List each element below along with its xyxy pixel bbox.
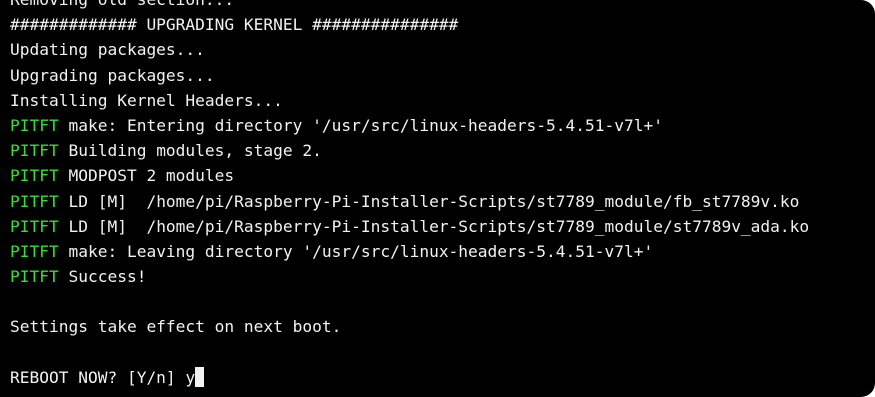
line-text: Building modules, stage 2. xyxy=(58,141,322,161)
terminal-line: PITFT make: Entering directory '/usr/src… xyxy=(10,113,875,138)
line-text: MODPOST 2 modules xyxy=(58,166,235,186)
line-text: Removing old section... xyxy=(10,0,234,9)
line-prefix: PITFT xyxy=(10,141,59,161)
terminal-line: PITFT LD [M] /home/pi/Raspberry-Pi-Insta… xyxy=(10,214,875,239)
terminal-line: PITFT LD [M] /home/pi/Raspberry-Pi-Insta… xyxy=(10,189,875,214)
line-text: make: Leaving directory '/usr/src/linux-… xyxy=(58,241,654,261)
terminal-line: PITFT MODPOST 2 modules xyxy=(10,163,875,188)
prompt-input-value[interactable]: y xyxy=(185,368,195,387)
line-text: LD [M] /home/pi/Raspberry-Pi-Installer-S… xyxy=(58,191,800,211)
line-text: Upgrading packages... xyxy=(10,65,215,85)
terminal-line: ############# UPGRADING KERNEL #########… xyxy=(10,12,875,37)
text-cursor xyxy=(195,366,205,387)
line-prefix: PITFT xyxy=(10,241,59,261)
line-text: Installing Kernel Headers... xyxy=(10,90,283,110)
line-prefix: PITFT xyxy=(10,191,59,211)
terminal-line: Settings take effect on next boot. xyxy=(10,314,875,339)
line-text: LD [M] /home/pi/Raspberry-Pi-Installer-S… xyxy=(58,216,810,236)
prompt-text: REBOOT NOW? [Y/n] xyxy=(10,367,186,387)
terminal-output: Removing old section... ############# UP… xyxy=(10,0,875,390)
prompt-line[interactable]: REBOOT NOW? [Y/n] y xyxy=(10,365,875,390)
line-text: Settings take effect on next boot. xyxy=(10,317,342,337)
line-text: make: Entering directory '/usr/src/linux… xyxy=(58,115,663,135)
terminal-line: Upgrading packages... xyxy=(10,63,875,88)
terminal-window[interactable]: Removing old section... ############# UP… xyxy=(0,0,875,397)
terminal-line: PITFT make: Leaving directory '/usr/src/… xyxy=(10,239,875,264)
terminal-line: Updating packages... xyxy=(10,37,875,62)
terminal-line: PITFT Building modules, stage 2. xyxy=(10,138,875,163)
line-text: Updating packages... xyxy=(10,40,205,60)
terminal-line: Removing old section... xyxy=(10,0,875,12)
terminal-line: PITFT Success! xyxy=(10,264,875,289)
terminal-line: Installing Kernel Headers... xyxy=(10,88,875,113)
line-text: ############# UPGRADING KERNEL #########… xyxy=(10,15,459,35)
line-prefix: PITFT xyxy=(10,166,59,186)
line-prefix: PITFT xyxy=(10,115,59,135)
line-prefix: PITFT xyxy=(10,216,59,236)
line-prefix: PITFT xyxy=(10,267,59,287)
line-text: Success! xyxy=(58,267,147,287)
